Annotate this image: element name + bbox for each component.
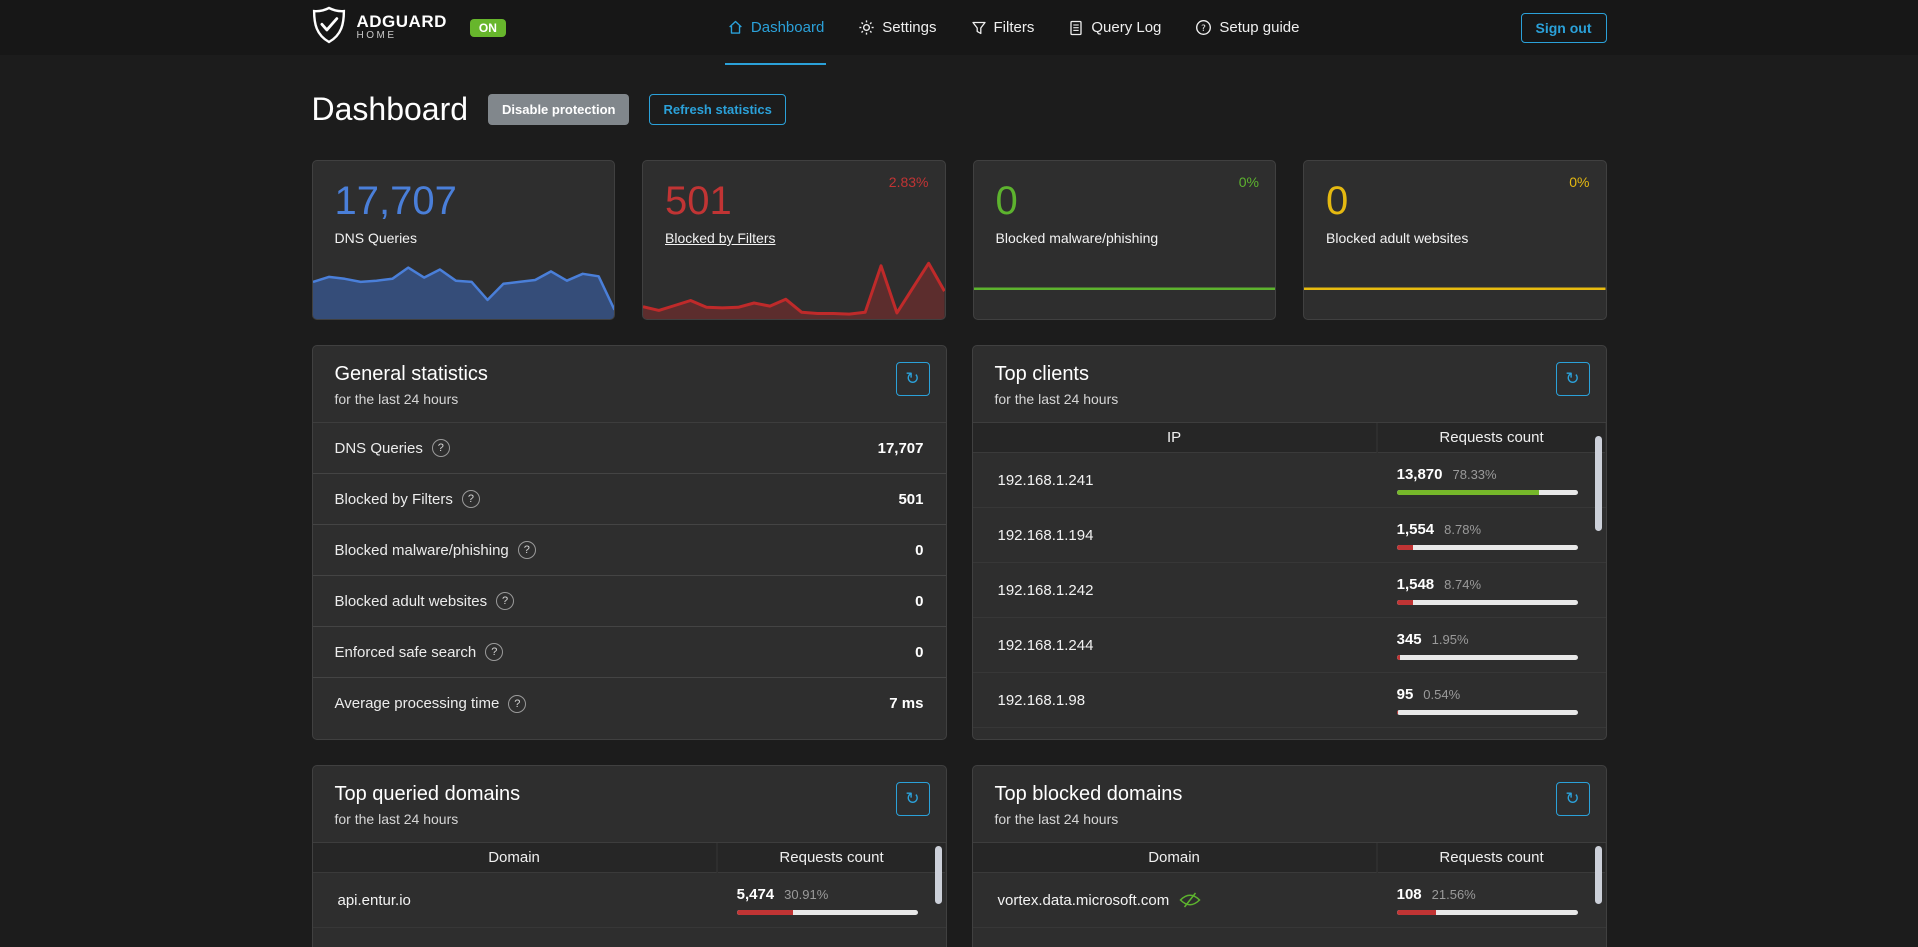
blocked-by-filters-value: 501 (643, 161, 945, 223)
blocked-adult-sparkline (1304, 249, 1606, 319)
blocked-malware-percent: 0% (1239, 174, 1259, 190)
panel-subtitle: for the last 24 hours (995, 811, 1584, 827)
navbar: ADGUARD HOME ON Dashboard Settings (0, 0, 1918, 55)
nav-label: Settings (882, 19, 936, 36)
nav-item-filters[interactable]: Filters (971, 0, 1035, 55)
top-clients-panel: Top clients for the last 24 hours ↻ IP R… (972, 345, 1607, 740)
help-icon[interactable]: ? (485, 643, 503, 661)
sign-out-button[interactable]: Sign out (1521, 13, 1607, 43)
blocked-malware-value: 0 (974, 161, 1276, 223)
column-header-requests: Requests count (1378, 423, 1606, 453)
blocked-adult-value: 0 (1304, 161, 1606, 223)
blocked-adult-label: Blocked adult websites (1304, 223, 1606, 246)
home-icon (727, 19, 744, 36)
stat-row-processing-time: Average processing time? 7 ms (313, 678, 946, 729)
stat-row-blocked-malware: Blocked malware/phishing? 0 (313, 525, 946, 576)
nav-item-dashboard[interactable]: Dashboard (727, 0, 824, 55)
stat-row-blocked-adult: Blocked adult websites? 0 (313, 576, 946, 627)
refresh-button[interactable]: ↻ (1556, 362, 1590, 396)
scrollbar[interactable] (1595, 846, 1602, 904)
eye-off-icon (1179, 892, 1201, 908)
help-circle-icon: ? (1195, 19, 1212, 36)
panel-subtitle: for the last 24 hours (995, 391, 1584, 407)
disable-protection-button[interactable]: Disable protection (488, 94, 629, 125)
column-header-requests: Requests count (1378, 843, 1606, 873)
general-statistics-panel: General statistics for the last 24 hours… (312, 345, 947, 740)
scrollbar[interactable] (1595, 436, 1602, 531)
progress-bar (1397, 710, 1579, 715)
domain-row: vortex.data.microsoft.com 10821.56% (973, 873, 1606, 928)
client-row: 192.168.1.98 950.54% (973, 673, 1606, 728)
document-icon (1068, 20, 1084, 36)
nav-label: Setup guide (1219, 19, 1299, 36)
blocked-by-filters-sparkline (643, 249, 945, 319)
panel-subtitle: for the last 24 hours (335, 811, 924, 827)
client-row: 192.168.1.194 1,5548.78% (973, 508, 1606, 563)
help-icon[interactable]: ? (496, 592, 514, 610)
progress-bar (737, 910, 919, 915)
domain-row: api.entur.io 5,47430.91% (313, 873, 946, 928)
gear-icon (858, 19, 875, 36)
brand-sub: HOME (357, 31, 447, 42)
dns-queries-card: 17,707 DNS Queries (312, 160, 616, 320)
top-blocked-domains-panel: Top blocked domains for the last 24 hour… (972, 765, 1607, 947)
scrollbar[interactable] (935, 846, 942, 904)
help-icon[interactable]: ? (508, 695, 526, 713)
progress-bar (1397, 910, 1579, 915)
nav-label: Query Log (1091, 19, 1161, 36)
dns-queries-sparkline (313, 249, 615, 319)
brand-name: ADGUARD (357, 13, 447, 31)
main-nav: Dashboard Settings Filters Query Log (506, 0, 1521, 55)
column-header-domain: Domain (973, 843, 1378, 873)
blocked-by-filters-link[interactable]: Blocked by Filters (665, 230, 775, 246)
blocked-malware-label: Blocked malware/phishing (974, 223, 1276, 246)
help-icon[interactable]: ? (432, 439, 450, 457)
brand-logo[interactable]: ADGUARD HOME ON (312, 6, 506, 49)
blocked-by-filters-card: 2.83% 501 Blocked by Filters (642, 160, 946, 320)
funnel-icon (971, 20, 987, 36)
page-title: Dashboard (312, 91, 469, 128)
nav-label: Filters (994, 19, 1035, 36)
blocked-by-filters-percent: 2.83% (889, 174, 929, 190)
nav-item-query-log[interactable]: Query Log (1068, 0, 1161, 55)
client-row: 192.168.1.241 13,87078.33% (973, 453, 1606, 508)
refresh-button[interactable]: ↻ (896, 362, 930, 396)
protection-status-badge: ON (470, 19, 506, 37)
progress-bar (1397, 600, 1579, 605)
refresh-statistics-button[interactable]: Refresh statistics (649, 94, 785, 125)
progress-bar (1397, 545, 1579, 550)
blocked-malware-card: 0% 0 Blocked malware/phishing (973, 160, 1277, 320)
stat-row-safe-search: Enforced safe search? 0 (313, 627, 946, 678)
panel-title: Top blocked domains (995, 783, 1584, 806)
refresh-button[interactable]: ↻ (896, 782, 930, 816)
shield-check-icon (312, 6, 346, 49)
top-queried-domains-panel: Top queried domains for the last 24 hour… (312, 765, 947, 947)
help-icon[interactable]: ? (462, 490, 480, 508)
column-header-ip: IP (973, 423, 1378, 453)
panel-title: General statistics (335, 363, 924, 386)
refresh-button[interactable]: ↻ (1556, 782, 1590, 816)
blocked-malware-sparkline (974, 249, 1276, 319)
dns-queries-label: DNS Queries (313, 223, 615, 246)
client-row: 192.168.1.242 1,5488.74% (973, 563, 1606, 618)
nav-label: Dashboard (751, 19, 824, 36)
dns-queries-value: 17,707 (313, 161, 615, 223)
progress-bar (1397, 655, 1579, 660)
progress-bar (1397, 490, 1579, 495)
nav-item-settings[interactable]: Settings (858, 0, 936, 55)
column-header-domain: Domain (313, 843, 718, 873)
nav-item-setup-guide[interactable]: ? Setup guide (1195, 0, 1299, 55)
panel-subtitle: for the last 24 hours (335, 391, 924, 407)
client-row: 192.168.1.244 3451.95% (973, 618, 1606, 673)
panel-title: Top clients (995, 363, 1584, 386)
blocked-adult-card: 0% 0 Blocked adult websites (1303, 160, 1607, 320)
svg-text:?: ? (1201, 24, 1206, 34)
stat-row-dns-queries: DNS Queries? 17,707 (313, 423, 946, 474)
column-header-requests: Requests count (718, 843, 946, 873)
blocked-adult-percent: 0% (1569, 174, 1589, 190)
help-icon[interactable]: ? (518, 541, 536, 559)
panel-title: Top queried domains (335, 783, 924, 806)
stat-row-blocked-filters: Blocked by Filters? 501 (313, 474, 946, 525)
